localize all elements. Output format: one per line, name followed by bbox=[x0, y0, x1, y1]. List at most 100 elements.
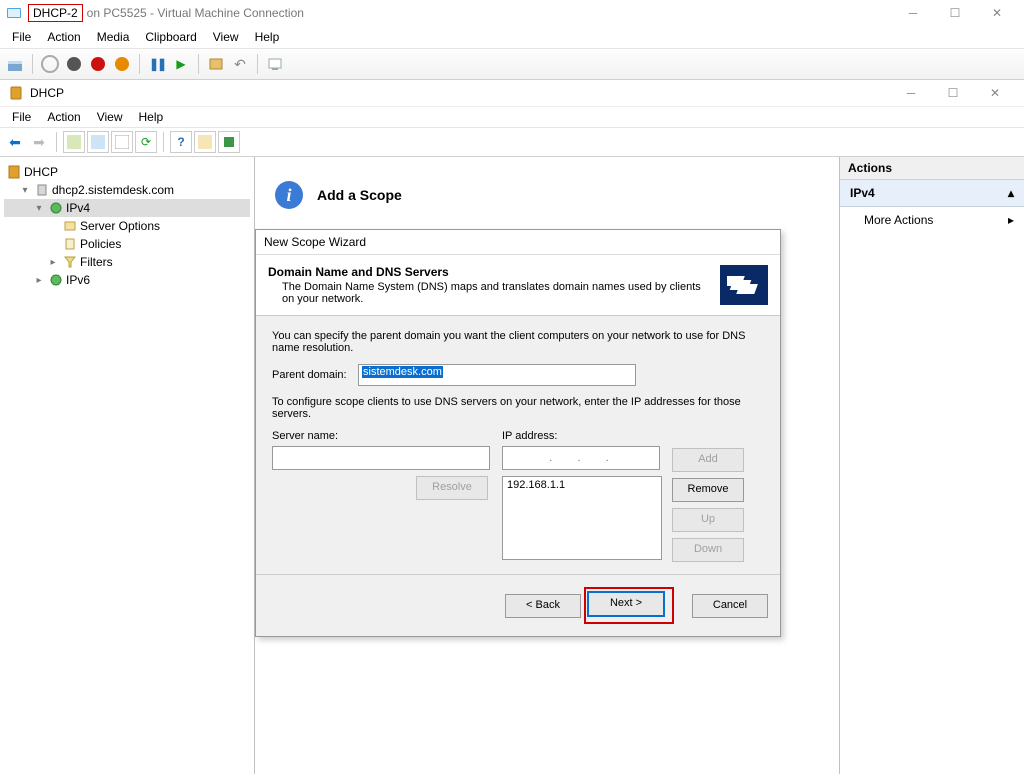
tree-item-label: Server Options bbox=[80, 219, 160, 233]
ipv4-icon bbox=[48, 200, 64, 216]
mmc-close-button[interactable]: ✕ bbox=[974, 80, 1016, 106]
menu-media[interactable]: Media bbox=[89, 28, 138, 46]
wizard-title-bar[interactable]: New Scope Wizard bbox=[256, 230, 780, 255]
ip-list-item[interactable]: 192.168.1.1 bbox=[507, 479, 657, 491]
policies-icon bbox=[62, 236, 78, 252]
server-name-input[interactable] bbox=[272, 446, 490, 470]
menu-help[interactable]: Help bbox=[247, 28, 288, 46]
add-scope-title: Add a Scope bbox=[317, 187, 402, 203]
forward-arrow-icon: ➡ bbox=[28, 131, 50, 153]
center-pane: i Add a Scope New Scope Wizard Domain Na… bbox=[255, 157, 840, 774]
actions-more-label: More Actions bbox=[864, 213, 933, 227]
remove-button[interactable]: Remove bbox=[672, 478, 744, 502]
caret-icon[interactable]: ▸ bbox=[32, 275, 46, 286]
play-icon[interactable]: ▶ bbox=[170, 53, 192, 75]
submenu-icon: ▸ bbox=[1008, 213, 1014, 227]
back-button[interactable]: < Back bbox=[505, 594, 581, 618]
caret-icon[interactable]: ▾ bbox=[18, 185, 32, 196]
caret-icon[interactable]: ▾ bbox=[32, 203, 46, 214]
tree-filters[interactable]: ▸ Filters bbox=[4, 253, 250, 271]
wizard-footer: < Back Next > Cancel bbox=[256, 574, 780, 636]
menu-clipboard[interactable]: Clipboard bbox=[137, 28, 204, 46]
enhanced-session-icon[interactable] bbox=[264, 53, 286, 75]
options-icon bbox=[62, 218, 78, 234]
tree-item-label: Policies bbox=[80, 237, 121, 251]
mmc-title: DHCP bbox=[30, 86, 64, 100]
actions-title: Actions bbox=[840, 157, 1024, 180]
mmc-title-bar: DHCP ─ ☐ ✕ bbox=[0, 80, 1024, 107]
filters-icon bbox=[62, 254, 78, 270]
close-button[interactable]: ✕ bbox=[976, 0, 1018, 26]
checkpoint-icon[interactable] bbox=[205, 53, 227, 75]
vm-title-bar: DHCP-2 on PC5525 - Virtual Machine Conne… bbox=[0, 0, 1024, 26]
vm-toolbar: ❚❚ ▶ ↶ bbox=[0, 48, 1024, 80]
next-button[interactable]: Next > bbox=[587, 591, 665, 617]
toolbar-icon-4[interactable] bbox=[194, 131, 216, 153]
cancel-button[interactable]: Cancel bbox=[692, 594, 768, 618]
resolve-button: Resolve bbox=[416, 476, 488, 500]
add-button: Add bbox=[672, 448, 744, 472]
toolbar-icon-3[interactable] bbox=[111, 131, 133, 153]
tree-policies[interactable]: Policies bbox=[4, 235, 250, 253]
wizard-subheading: The Domain Name System (DNS) maps and tr… bbox=[268, 281, 712, 305]
pause-icon[interactable]: ❚❚ bbox=[146, 53, 168, 75]
ip-address-input[interactable] bbox=[502, 446, 660, 470]
toolbar-icon-1[interactable] bbox=[63, 131, 85, 153]
actions-group-ipv4[interactable]: IPv4 ▴ bbox=[840, 180, 1024, 207]
vm-window-icon bbox=[6, 5, 22, 21]
minimize-button[interactable]: ─ bbox=[892, 0, 934, 26]
console-tree[interactable]: DHCP ▾ dhcp2.sistemdesk.com ▾ IPv4 Serve… bbox=[0, 157, 255, 774]
tree-ipv6[interactable]: ▸ IPv6 bbox=[4, 271, 250, 289]
wizard-body: You can specify the parent domain you wa… bbox=[256, 316, 780, 574]
vm-window-controls: ─ ☐ ✕ bbox=[892, 0, 1018, 26]
new-scope-wizard-dialog: New Scope Wizard Domain Name and DNS Ser… bbox=[255, 229, 781, 637]
turn-off-icon[interactable] bbox=[63, 53, 85, 75]
maximize-button[interactable]: ☐ bbox=[934, 0, 976, 26]
wizard-header: Domain Name and DNS Servers The Domain N… bbox=[256, 255, 780, 316]
tree-root[interactable]: DHCP bbox=[4, 163, 250, 181]
mmc-menu-help[interactable]: Help bbox=[131, 108, 172, 126]
tree-server-options[interactable]: Server Options bbox=[4, 217, 250, 235]
dhcp-app-icon bbox=[8, 85, 24, 101]
revert-icon[interactable]: ↶ bbox=[229, 53, 251, 75]
tree-root-label: DHCP bbox=[24, 165, 58, 179]
toolbar-icon-2[interactable] bbox=[87, 131, 109, 153]
ip-address-list[interactable]: 192.168.1.1 bbox=[502, 476, 662, 560]
parent-domain-value: sistemdesk.com bbox=[362, 366, 443, 378]
refresh-icon[interactable]: ⟳ bbox=[135, 131, 157, 153]
ctrl-alt-del-icon[interactable] bbox=[4, 53, 26, 75]
menu-view[interactable]: View bbox=[205, 28, 247, 46]
server-icon bbox=[34, 182, 50, 198]
tree-ipv6-label: IPv6 bbox=[66, 273, 90, 287]
next-button-highlight: Next > bbox=[584, 587, 674, 624]
tree-ipv4[interactable]: ▾ IPv4 bbox=[4, 199, 250, 217]
menu-file[interactable]: File bbox=[4, 28, 39, 46]
mmc-menu-action[interactable]: Action bbox=[39, 108, 88, 126]
back-arrow-icon[interactable]: ⬅ bbox=[4, 131, 26, 153]
toolbar-icon-5[interactable] bbox=[218, 131, 240, 153]
caret-icon[interactable]: ▸ bbox=[46, 257, 60, 268]
tree-server[interactable]: ▾ dhcp2.sistemdesk.com bbox=[4, 181, 250, 199]
tree-server-label: dhcp2.sistemdesk.com bbox=[52, 183, 174, 197]
mmc-menu-bar: File Action View Help bbox=[0, 107, 1024, 127]
info-icon: i bbox=[275, 181, 303, 209]
mmc-maximize-button[interactable]: ☐ bbox=[932, 80, 974, 106]
collapse-icon: ▴ bbox=[1008, 186, 1014, 200]
ipv6-icon bbox=[48, 272, 64, 288]
down-button: Down bbox=[672, 538, 744, 562]
dhcp-root-icon bbox=[6, 164, 22, 180]
save-state-icon[interactable] bbox=[111, 53, 133, 75]
shutdown-icon[interactable] bbox=[87, 53, 109, 75]
mmc-menu-view[interactable]: View bbox=[89, 108, 131, 126]
help-icon[interactable]: ? bbox=[170, 131, 192, 153]
mmc-minimize-button[interactable]: ─ bbox=[890, 80, 932, 106]
actions-more[interactable]: More Actions ▸ bbox=[840, 207, 1024, 233]
wizard-intro: You can specify the parent domain you wa… bbox=[272, 330, 764, 354]
wizard-art-icon bbox=[720, 265, 768, 305]
start-button-grey-icon[interactable] bbox=[39, 53, 61, 75]
parent-domain-input[interactable]: sistemdesk.com bbox=[358, 364, 636, 386]
vm-menu-bar: File Action Media Clipboard View Help bbox=[0, 26, 1024, 48]
mmc-menu-file[interactable]: File bbox=[4, 108, 39, 126]
tree-ipv4-label: IPv4 bbox=[66, 201, 90, 215]
menu-action[interactable]: Action bbox=[39, 28, 88, 46]
